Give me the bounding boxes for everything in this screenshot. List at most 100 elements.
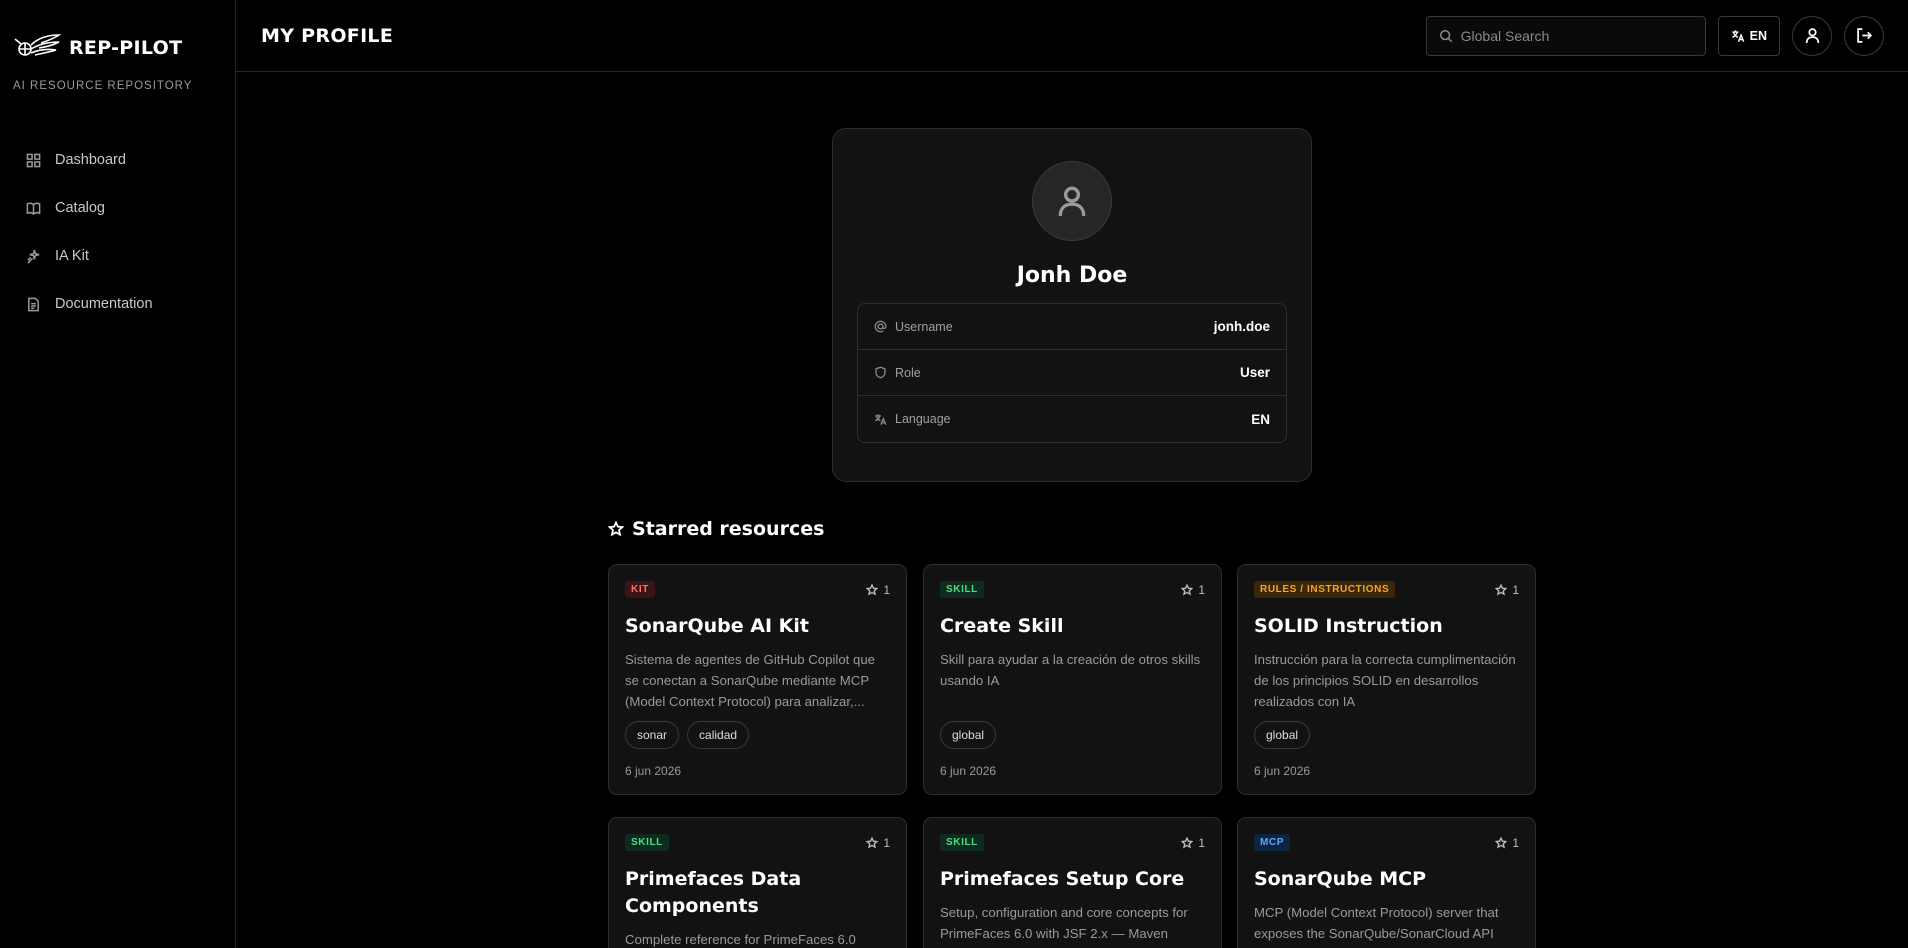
star-count-value: 1 xyxy=(1512,582,1519,597)
card-description: Setup, configuration and core concepts f… xyxy=(940,905,1188,941)
info-label: Username xyxy=(895,319,953,334)
card-date: 6 jun 2026 xyxy=(1254,764,1311,778)
info-value: EN xyxy=(1251,411,1270,427)
star-count-value: 1 xyxy=(1198,835,1205,850)
sidebar: REP-PILOT AI RESOURCE REPOSITORY Dashboa… xyxy=(0,0,236,948)
star-icon xyxy=(1495,583,1508,596)
info-label: Role xyxy=(895,365,921,380)
book-icon xyxy=(26,202,41,215)
search-icon xyxy=(1439,29,1452,42)
profile-card: Jonh Doe Username jonh.doe Role User Lan… xyxy=(832,128,1312,482)
user-icon xyxy=(1805,28,1819,43)
star-toggle[interactable]: 1 xyxy=(1495,583,1519,597)
tag[interactable]: sonar xyxy=(625,721,680,749)
sidebar-item-label: Dashboard xyxy=(55,152,126,168)
document-icon xyxy=(28,297,39,311)
card-title: Primefaces Data Components xyxy=(625,868,802,917)
sidebar-item-dashboard[interactable]: Dashboard xyxy=(0,136,235,184)
star-count-value: 1 xyxy=(1512,835,1519,850)
card-tags: global xyxy=(1254,721,1519,749)
topbar: MY PROFILE EN xyxy=(236,0,1908,72)
sidebar-item-ia-kit[interactable]: IA Kit xyxy=(0,232,235,280)
type-badge: MCP xyxy=(1254,834,1291,851)
sidebar-item-label: Catalog xyxy=(55,200,105,216)
user-icon xyxy=(1058,186,1086,216)
type-badge: RULES / INSTRUCTIONS xyxy=(1254,581,1396,598)
resource-card[interactable]: SKILL 1 Create Skill Skill para ayudar a… xyxy=(923,564,1222,795)
info-row-username: Username jonh.doe xyxy=(858,304,1286,350)
sidebar-nav: Dashboard Catalog IA Kit Documentation xyxy=(0,136,235,328)
card-description: Instrucción para la correcta cumplimenta… xyxy=(1254,652,1516,709)
sidebar-item-catalog[interactable]: Catalog xyxy=(0,184,235,232)
card-description: Sistema de agentes de GitHub Copilot que… xyxy=(625,652,875,709)
sidebar-item-label: Documentation xyxy=(55,296,153,312)
type-badge: SKILL xyxy=(940,834,984,851)
type-badge: SKILL xyxy=(940,581,984,598)
star-count-value: 1 xyxy=(883,582,890,597)
resource-card[interactable]: SKILL 1 Primefaces Data Components Compl… xyxy=(608,817,907,948)
card-title: Create Skill xyxy=(940,615,1064,637)
card-description: Complete reference for PrimeFaces 6.0 xyxy=(625,932,856,947)
info-row-role: Role User xyxy=(858,350,1286,396)
star-count-value: 1 xyxy=(1198,582,1205,597)
profile-name: Jonh Doe xyxy=(1016,263,1128,288)
tag[interactable]: global xyxy=(940,721,997,749)
star-toggle[interactable]: 1 xyxy=(1181,583,1205,597)
resource-card[interactable]: KIT 1 SonarQube AI Kit Sistema de agente… xyxy=(608,564,907,795)
brand-subtitle: AI RESOURCE REPOSITORY xyxy=(13,80,193,92)
logout-button[interactable] xyxy=(1844,15,1884,56)
info-label: Language xyxy=(895,412,951,426)
search-input[interactable] xyxy=(1460,27,1691,44)
card-description: MCP (Model Context Protocol) server that… xyxy=(1254,905,1499,941)
brand-name: REP-PILOT xyxy=(69,37,183,59)
logout-icon xyxy=(1856,28,1872,43)
card-tags: sonar calidad xyxy=(625,721,890,749)
info-row-language: Language EN xyxy=(858,396,1286,442)
translate-icon xyxy=(1731,29,1744,42)
starred-section-title: Starred resources xyxy=(608,518,824,540)
language-label: EN xyxy=(1749,28,1767,43)
translate-icon xyxy=(874,413,887,425)
profile-info-table: Username jonh.doe Role User Language EN xyxy=(857,303,1287,443)
main-content: MY PROFILE EN xyxy=(236,0,1908,948)
sparkles-icon xyxy=(27,249,40,264)
star-icon xyxy=(1181,583,1194,596)
type-badge: SKILL xyxy=(625,834,669,851)
card-tags: global xyxy=(940,721,1205,749)
info-value: jonh.doe xyxy=(1213,319,1270,334)
brand[interactable]: REP-PILOT xyxy=(0,0,235,66)
star-toggle[interactable]: 1 xyxy=(1181,836,1205,850)
page-title: MY PROFILE xyxy=(261,24,394,47)
sidebar-item-label: IA Kit xyxy=(55,248,89,264)
star-toggle[interactable]: 1 xyxy=(1495,836,1519,850)
resource-card[interactable]: RULES / INSTRUCTIONS 1 SOLID Instruction… xyxy=(1237,564,1536,795)
star-toggle[interactable]: 1 xyxy=(866,836,890,850)
resource-card[interactable]: SKILL 1 Primefaces Setup Core Setup, con… xyxy=(923,817,1222,948)
star-icon xyxy=(1181,836,1194,849)
card-title: SonarQube MCP xyxy=(1254,868,1427,890)
language-button[interactable]: EN xyxy=(1717,15,1780,56)
sidebar-item-documentation[interactable]: Documentation xyxy=(0,280,235,328)
tag[interactable]: calidad xyxy=(687,721,750,749)
winged-helmet-logo-icon xyxy=(13,30,61,66)
card-title: SonarQube AI Kit xyxy=(625,615,809,637)
star-toggle[interactable]: 1 xyxy=(866,583,890,597)
shield-icon xyxy=(875,366,886,379)
at-icon xyxy=(874,320,887,333)
star-icon xyxy=(608,521,624,537)
card-title: Primefaces Setup Core xyxy=(940,868,1185,890)
profile-button[interactable] xyxy=(1792,15,1832,56)
card-title: SOLID Instruction xyxy=(1254,615,1443,637)
star-count-value: 1 xyxy=(883,835,890,850)
card-date: 6 jun 2026 xyxy=(940,764,997,778)
card-description: Skill para ayudar a la creación de otros… xyxy=(940,652,1201,688)
star-icon xyxy=(1495,836,1508,849)
global-search[interactable] xyxy=(1425,15,1706,56)
type-badge: KIT xyxy=(625,581,655,598)
tag[interactable]: global xyxy=(1254,721,1311,749)
star-icon xyxy=(866,836,879,849)
resource-card[interactable]: MCP 1 SonarQube MCP MCP (Model Context P… xyxy=(1237,817,1536,948)
star-icon xyxy=(866,583,879,596)
grid-icon xyxy=(26,153,41,167)
card-date: 6 jun 2026 xyxy=(625,764,682,778)
